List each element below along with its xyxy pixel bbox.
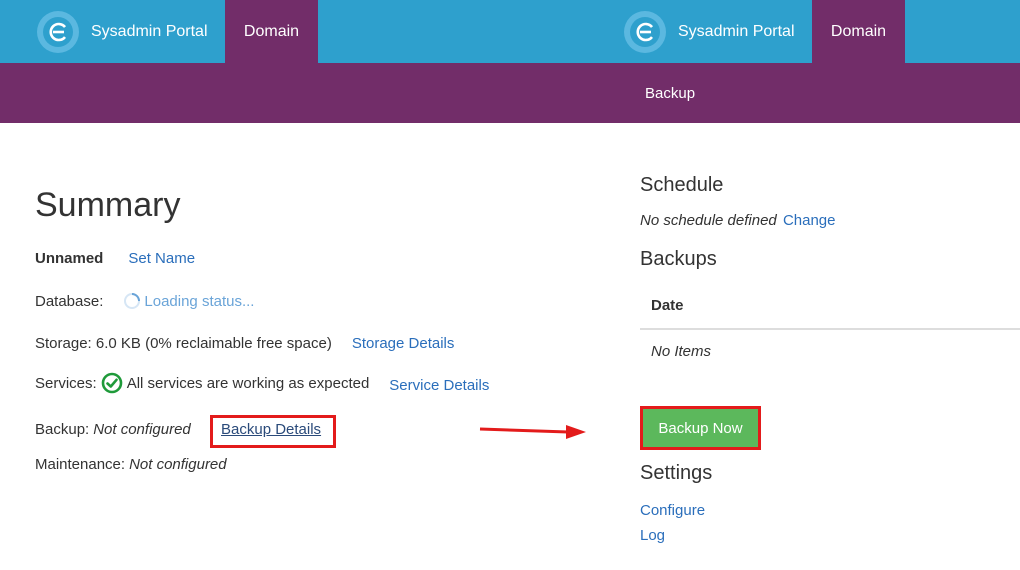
tab-domain[interactable]: Domain	[812, 0, 905, 63]
services-status: All services are working as expected	[126, 374, 370, 392]
backup-now-button[interactable]: Backup Now	[645, 411, 756, 445]
backup-details-link[interactable]: Backup Details	[221, 421, 321, 438]
brand-right[interactable]: Sysadmin Portal	[624, 0, 795, 63]
schedule-row: No schedule defined Change	[640, 212, 835, 229]
maintenance-row: Maintenance: Not configured	[35, 456, 227, 473]
backup-now-highlight: Backup Now	[640, 406, 761, 450]
storage-details-link[interactable]: Storage Details	[352, 335, 455, 352]
database-status: Loading status...	[144, 292, 255, 310]
schedule-status: No schedule defined	[640, 212, 777, 229]
log-link[interactable]: Log	[640, 527, 665, 544]
service-details-link[interactable]: Service Details	[389, 377, 489, 394]
storage-row: Storage: 6.0 KB (0% reclaimable free spa…	[35, 335, 454, 352]
database-row: Database: Loading status...	[35, 292, 254, 310]
services-label: Services:	[35, 374, 97, 392]
backups-table-header: Date	[640, 292, 1020, 330]
portal-logo-icon	[37, 10, 79, 53]
check-circle-icon	[101, 372, 122, 394]
set-name-link[interactable]: Set Name	[128, 250, 195, 267]
services-row: Services: All services are working as ex…	[35, 372, 489, 394]
column-date[interactable]: Date	[651, 297, 684, 314]
settings-heading: Settings	[640, 462, 713, 484]
brand-left[interactable]: Sysadmin Portal	[37, 0, 208, 63]
backup-row: Backup: Not configured	[35, 421, 191, 438]
backup-status: Not configured	[93, 421, 191, 438]
subnav-backup[interactable]: Backup	[645, 63, 695, 123]
brand-name: Sysadmin Portal	[91, 22, 208, 40]
brand-name: Sysadmin Portal	[678, 22, 795, 40]
schedule-change-link[interactable]: Change	[783, 212, 836, 229]
arrow-right-icon	[479, 425, 586, 439]
page-title: Summary	[35, 186, 181, 224]
configure-link[interactable]: Configure	[640, 502, 705, 519]
backups-heading: Backups	[640, 248, 717, 270]
name-value: Unnamed	[35, 250, 104, 267]
maintenance-label: Maintenance:	[35, 456, 126, 473]
schedule-heading: Schedule	[640, 174, 724, 196]
maintenance-status: Not configured	[129, 456, 227, 473]
portal-logo-icon	[624, 10, 666, 53]
empty-table-message: No Items	[651, 343, 712, 360]
sub-navbar	[0, 63, 1020, 123]
backup-label: Backup:	[35, 421, 90, 438]
database-label: Database:	[35, 292, 104, 310]
loading-spinner-icon	[124, 293, 141, 309]
tab-domain[interactable]: Domain	[225, 0, 318, 63]
name-row: Unnamed Set Name	[35, 250, 195, 267]
storage-text: Storage: 6.0 KB (0% reclaimable free spa…	[35, 335, 332, 352]
